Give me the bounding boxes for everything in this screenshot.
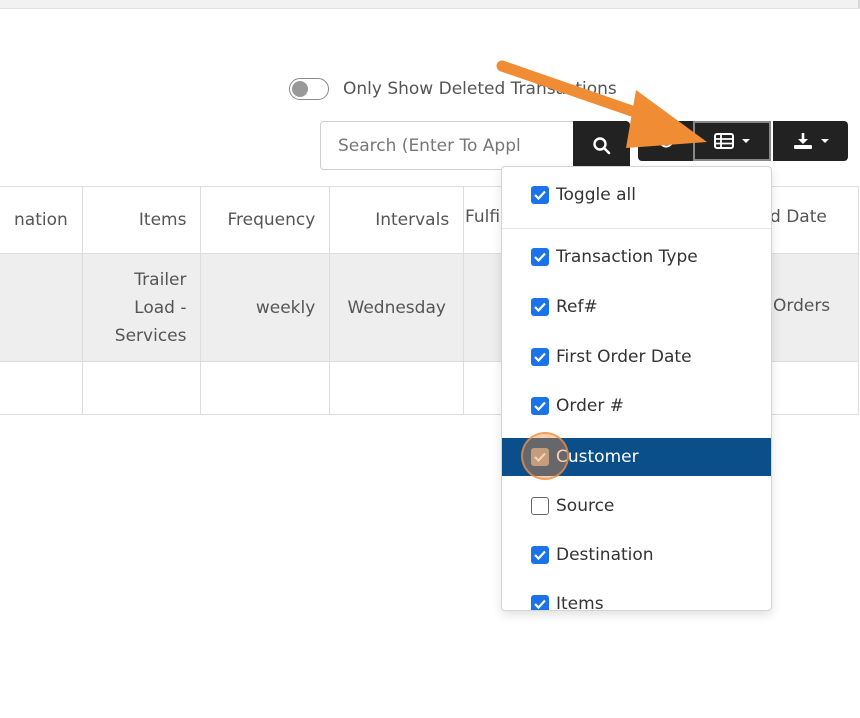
click-indicator [521,432,569,480]
cell-frequency: weekly [200,253,331,362]
top-bar [0,0,860,9]
search-input[interactable] [321,122,574,169]
empty-cell [81,361,202,415]
menu-item-label: Items [556,594,604,611]
checkbox-checked-icon[interactable] [531,298,549,316]
export-dropdown-button[interactable] [773,121,848,161]
toggle-knob [292,81,308,97]
menu-item-label: Toggle all [556,185,636,205]
menu-item-label: Destination [556,545,654,565]
orders-cell-fragment: Orders [773,296,831,316]
items-line-2: Load - [134,297,187,318]
table-columns-icon [714,133,734,149]
end-date-header-fragment: d Date [770,207,827,227]
checkbox-checked-icon[interactable] [531,248,549,266]
search-button[interactable] [573,121,630,170]
cell-intervals: Wednesday [329,253,465,362]
menu-item-label: Order # [556,396,624,416]
menu-item-source[interactable]: Source [502,487,771,525]
menu-item-label: Ref# [556,297,598,317]
checkbox-checked-icon[interactable] [531,595,549,610]
column-visibility-menu: Toggle all Transaction Type Ref# First O… [501,166,772,611]
menu-divider [502,228,771,229]
column-header-items[interactable]: Items [81,186,202,254]
menu-item-transaction-type[interactable]: Transaction Type [502,238,771,276]
refresh-button[interactable] [638,121,693,161]
cell-destination [0,253,83,362]
menu-item-destination[interactable]: Destination [502,536,771,574]
search-field [320,121,574,170]
items-line-1: Trailer [134,269,187,290]
deleted-toggle[interactable] [289,78,329,100]
empty-cell [0,361,83,415]
cell-items: Trailer Load - Services [81,253,202,362]
deleted-toggle-label: Only Show Deleted Transactions [343,79,617,99]
checkbox-checked-icon[interactable] [531,348,549,366]
fulfillment-header-fragment: Fulfi [465,207,501,227]
checkbox-unchecked-icon[interactable] [531,497,549,515]
menu-item-toggle-all[interactable]: Toggle all [502,176,771,214]
chevron-down-icon [820,139,829,143]
column-header-intervals[interactable]: Intervals [329,186,465,254]
items-line-3: Services [114,325,187,346]
checkbox-checked-icon[interactable] [531,186,549,204]
download-icon [793,133,812,149]
menu-item-order-number[interactable]: Order # [502,387,771,425]
checkbox-checked-icon[interactable] [531,546,549,564]
column-header-frequency[interactable]: Frequency [200,186,331,254]
menu-item-label: First Order Date [556,347,692,367]
empty-cell [329,361,465,415]
menu-item-first-order-date[interactable]: First Order Date [502,338,771,376]
column-header-destination[interactable]: nation [0,186,83,254]
search-icon [592,136,610,154]
deleted-toggle-group: Only Show Deleted Transactions [289,78,617,100]
menu-item-ref[interactable]: Ref# [502,288,771,326]
checkbox-checked-icon[interactable] [531,397,549,415]
menu-item-items[interactable]: Items [502,585,771,611]
columns-dropdown-button[interactable] [693,121,771,161]
refresh-icon [658,133,673,148]
chevron-down-icon [742,139,750,143]
menu-item-label: Source [556,496,615,516]
menu-item-label: Transaction Type [556,247,698,267]
empty-cell [200,361,331,415]
